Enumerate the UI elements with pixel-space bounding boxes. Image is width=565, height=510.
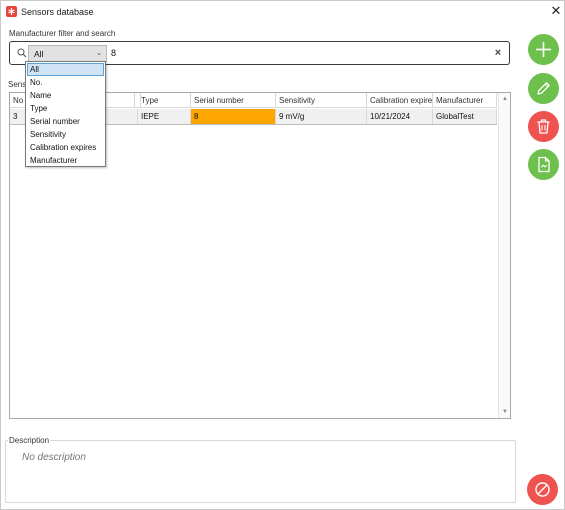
document-icon bbox=[538, 156, 550, 173]
add-sensor-button[interactable] bbox=[528, 34, 559, 65]
dropdown-option-calibration-expires[interactable]: Calibration expires bbox=[27, 141, 104, 154]
filter-column-combo[interactable]: All ⌄ bbox=[28, 45, 107, 62]
combo-selected-value: All bbox=[34, 49, 44, 59]
cancel-button[interactable] bbox=[527, 474, 558, 505]
search-input[interactable]: 8 bbox=[111, 48, 116, 58]
dropdown-option-sensitivity[interactable]: Sensitivity bbox=[27, 128, 104, 141]
search-icon bbox=[17, 48, 27, 58]
dropdown-option-name[interactable]: Name bbox=[27, 89, 104, 102]
filter-column-dropdown: All No. Name Type Serial number Sensitiv… bbox=[25, 61, 106, 167]
sensors-database-window: Sensors database ✕ Manufacturer filter a… bbox=[0, 0, 565, 510]
trash-icon bbox=[537, 119, 550, 134]
app-logo-icon bbox=[6, 6, 17, 17]
dropdown-option-no[interactable]: No. bbox=[27, 76, 104, 89]
description-panel bbox=[5, 440, 516, 503]
cell-type: IEPE bbox=[138, 109, 191, 124]
delete-sensor-button[interactable] bbox=[528, 111, 559, 142]
sensor-document-button[interactable] bbox=[528, 149, 559, 180]
cell-serial-number: 8 bbox=[191, 109, 276, 124]
dropdown-option-all[interactable]: All bbox=[27, 63, 104, 76]
column-header-type[interactable]: Type bbox=[138, 93, 191, 108]
dropdown-option-type[interactable]: Type bbox=[27, 102, 104, 115]
pencil-icon bbox=[537, 82, 550, 95]
cancel-icon bbox=[535, 482, 550, 497]
clear-search-icon[interactable]: × bbox=[492, 46, 504, 60]
window-title: Sensors database bbox=[21, 7, 94, 17]
description-label: Description bbox=[8, 436, 51, 445]
plus-icon bbox=[536, 42, 551, 57]
vertical-scrollbar[interactable]: ▲ ▼ bbox=[498, 93, 510, 418]
column-header-serial-number[interactable]: Serial number bbox=[191, 93, 276, 108]
column-header-calibration-expires[interactable]: Calibration expire bbox=[367, 93, 433, 108]
filter-group-label: Manufacturer filter and search bbox=[8, 29, 117, 38]
cell-sensitivity: 9 mV/g bbox=[276, 109, 367, 124]
edit-sensor-button[interactable] bbox=[528, 73, 559, 104]
description-text[interactable]: No description bbox=[22, 452, 86, 463]
cell-manufacturer: GlobalTest bbox=[433, 109, 497, 124]
column-header-sensitivity[interactable]: Sensitivity bbox=[276, 93, 367, 108]
column-header-manufacturer[interactable]: Manufacturer bbox=[433, 93, 497, 108]
close-icon[interactable]: ✕ bbox=[549, 4, 563, 18]
dropdown-option-serial-number[interactable]: Serial number bbox=[27, 115, 104, 128]
cell-calibration-expires: 10/21/2024 bbox=[367, 109, 433, 124]
chevron-down-icon[interactable]: ⌄ bbox=[96, 49, 102, 57]
dropdown-option-manufacturer[interactable]: Manufacturer bbox=[27, 154, 104, 167]
scroll-down-icon[interactable]: ▼ bbox=[501, 408, 509, 416]
title-bar: Sensors database ✕ bbox=[1, 1, 564, 23]
scroll-up-icon[interactable]: ▲ bbox=[501, 95, 509, 103]
